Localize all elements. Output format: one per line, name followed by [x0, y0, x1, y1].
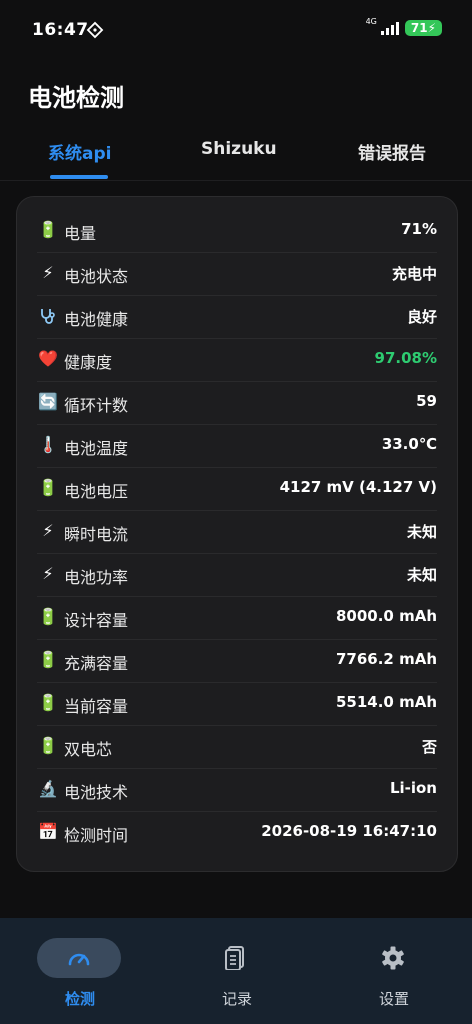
row-label: 电池状态 [64, 267, 129, 286]
battery-icon: 🔋 [38, 478, 58, 497]
row-value: 71% [401, 220, 437, 238]
info-row-design-capacity: 🔋 设计容量 8000.0 mAh [37, 596, 437, 640]
row-value: 4127 mV (4.127 V) [279, 478, 437, 496]
info-row-dual-cell: 🔋 双电芯 否 [37, 725, 437, 769]
battery-status-icon: 71⚡ [404, 20, 442, 36]
nav-detect[interactable]: 检测 [35, 938, 125, 1018]
cycle-icon: 🔄 [38, 392, 58, 411]
row-value: 59 [416, 392, 437, 410]
status-time: 16:47 [32, 20, 89, 40]
tab-indicator [50, 175, 108, 179]
tab-system-api[interactable]: 系统api [48, 139, 111, 164]
row-label: 电池健康 [64, 310, 129, 329]
info-row-check-time: 📅 检测时间 2026-08-19 16:47:10 [37, 811, 437, 854]
gear-icon [382, 946, 404, 970]
info-row-health: 电池健康 良好 [37, 295, 437, 339]
battery-icon: 🔋 [38, 693, 58, 712]
info-row-power: ⚡ 电池功率 未知 [37, 553, 437, 597]
stethoscope-icon [37, 306, 59, 326]
document-icon [225, 946, 244, 970]
row-value: Li-ion [389, 779, 437, 797]
row-label: 电池功率 [64, 568, 129, 587]
row-label: 当前容量 [64, 697, 129, 716]
battery-icon: 🔋 [38, 220, 58, 239]
row-value: 良好 [406, 308, 437, 326]
row-label: 电池电压 [64, 482, 129, 501]
row-value: 5514.0 mAh [335, 693, 437, 711]
nav-settings[interactable]: 设置 [349, 938, 439, 1018]
battery-icon: 🔋 [38, 607, 58, 626]
info-row-technology: 🔬 电池技术 Li-ion [37, 768, 437, 812]
row-label: 电量 [64, 224, 97, 243]
nav-label: 记录 [221, 990, 252, 1008]
row-label: 充满容量 [64, 654, 129, 673]
info-row-level: 🔋 电量 71% [37, 209, 437, 253]
row-value: 7766.2 mAh [335, 650, 437, 668]
status-bar: 16:47 4G 71⚡ [0, 0, 472, 60]
row-value: 未知 [406, 566, 437, 584]
lightning-icon: ⚡ [42, 564, 54, 583]
network-type: 4G [365, 17, 377, 26]
tab-shizuku[interactable]: Shizuku [201, 139, 277, 159]
info-row-cycles: 🔄 循环计数 59 [37, 381, 437, 425]
info-row-current-capacity: 🔋 当前容量 5514.0 mAh [37, 682, 437, 726]
info-row-health-percent: ❤️ 健康度 97.08% [37, 338, 437, 382]
heart-icon: ❤️ [38, 349, 58, 368]
row-value: 97.08% [374, 349, 437, 367]
row-value: 未知 [406, 523, 437, 541]
row-label: 电池技术 [64, 783, 129, 802]
info-row-full-capacity: 🔋 充满容量 7766.2 mAh [37, 639, 437, 683]
thermometer-icon: 🌡️ [38, 435, 58, 454]
row-value: 2026-08-19 16:47:10 [261, 822, 437, 840]
row-label: 瞬时电流 [64, 525, 129, 544]
row-label: 检测时间 [64, 826, 129, 845]
vpn-icon [86, 21, 104, 39]
info-row-current: ⚡ 瞬时电流 未知 [37, 510, 437, 554]
page-title: 电池检测 [28, 84, 124, 112]
row-value: 否 [421, 738, 437, 756]
battery-icon: 🔋 [38, 736, 58, 755]
row-label: 设计容量 [64, 611, 129, 630]
bottom-navigation: 检测 记录 设置 [0, 918, 472, 1024]
row-label: 双电芯 [64, 740, 113, 759]
info-row-status: ⚡ 电池状态 充电中 [37, 252, 437, 296]
battery-icon: 🔋 [38, 650, 58, 669]
nav-label: 检测 [64, 990, 95, 1008]
row-label: 健康度 [64, 353, 113, 372]
info-row-temperature: 🌡️ 电池温度 33.0℃ [37, 424, 437, 468]
microscope-icon: 🔬 [38, 779, 58, 798]
row-value: 33.0℃ [381, 435, 437, 453]
lightning-icon: ⚡ [42, 263, 54, 282]
nav-label: 设置 [378, 990, 409, 1008]
info-row-voltage: 🔋 电池电压 4127 mV (4.127 V) [37, 467, 437, 511]
gauge-icon [68, 953, 90, 966]
tab-error-report[interactable]: 错误报告 [358, 139, 426, 164]
nav-records[interactable]: 记录 [192, 938, 282, 1018]
calendar-icon: 📅 [38, 822, 58, 841]
signal-icon [380, 21, 399, 35]
row-label: 循环计数 [64, 396, 129, 415]
tab-bar: 系统api Shizuku 错误报告 [0, 130, 472, 181]
row-value: 8000.0 mAh [335, 607, 437, 625]
row-value: 充电中 [391, 265, 437, 283]
battery-info-card: 🔋 电量 71% ⚡ 电池状态 充电中 电池健康 良好 ❤️ 健康度 97.08… [16, 196, 458, 872]
row-label: 电池温度 [64, 439, 129, 458]
lightning-icon: ⚡ [42, 521, 54, 540]
